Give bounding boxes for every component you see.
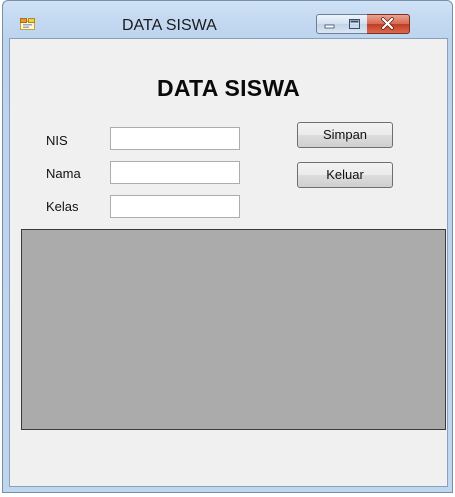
kelas-input[interactable] [110,195,240,218]
title-bar[interactable]: DATA SISWA [3,1,452,39]
keluar-button[interactable]: Keluar [297,162,393,188]
maximize-button[interactable] [342,14,368,34]
minimize-icon [324,24,335,29]
minimize-button[interactable] [316,14,343,34]
maximize-icon [349,19,360,29]
nis-input[interactable] [110,127,240,150]
simpan-button[interactable]: Simpan [297,122,393,148]
form-heading: DATA SISWA [156,75,301,101]
window-title: DATA SISWA [122,17,217,34]
app-window: DATA SISWA DATA SISWA NIS Nama Kelas Sim… [2,0,453,493]
nis-label: NIS [46,133,68,148]
nama-label: Nama [46,166,81,181]
data-grid[interactable] [21,229,446,430]
app-form-icon [20,17,35,30]
close-icon [381,17,394,30]
nama-input[interactable] [110,161,240,184]
form-client-area: DATA SISWA NIS Nama Kelas Simpan Keluar [9,38,448,487]
close-button[interactable] [367,14,410,34]
kelas-label: Kelas [46,199,79,214]
